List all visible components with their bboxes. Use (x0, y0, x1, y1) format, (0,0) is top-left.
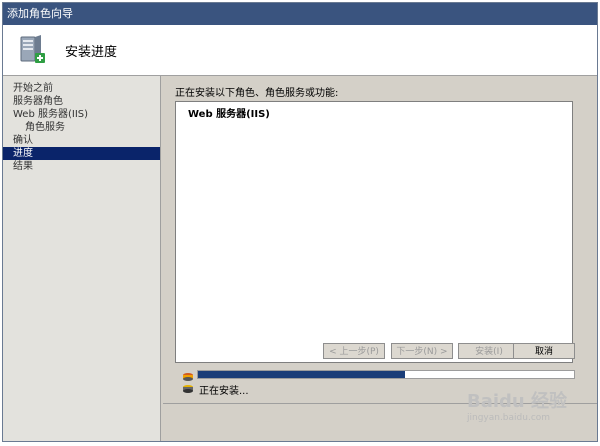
watermark-brand: Baidu 经验 (466, 391, 567, 412)
install-progress-bar (197, 370, 575, 379)
progress-status-text: 正在安装... (199, 386, 249, 397)
nav-item-6[interactable]: 结果 (3, 160, 160, 173)
wizard-nav: 开始之前 服务器角色 Web 服务器(IIS) 角色服务 确认 进度 结果 (3, 76, 161, 441)
nav-item-3[interactable]: 角色服务 (3, 121, 160, 134)
list-item: Web 服务器(IIS) (188, 109, 270, 120)
nav-item-5[interactable]: 进度 (3, 147, 160, 160)
next-button[interactable]: 下一步(N) > (391, 343, 453, 359)
previous-button[interactable]: < 上一步(P) (323, 343, 385, 359)
install-button[interactable]: 安装(I) (458, 343, 520, 359)
cancel-button[interactable]: 取消 (513, 343, 575, 359)
nav-item-4[interactable]: 确认 (3, 134, 160, 147)
page-title: 安装进度 (65, 45, 118, 60)
window-titlebar: 添加角色向导 (3, 3, 597, 25)
baidu-watermark: Baidu 经验 jingyan.baidu.com (467, 387, 567, 423)
installing-icon (183, 373, 193, 393)
install-list-label: 正在安装以下角色、角色服务或功能: (175, 88, 339, 99)
nav-item-2[interactable]: Web 服务器(IIS) (3, 108, 160, 121)
nav-item-0[interactable]: 开始之前 (3, 82, 160, 95)
wizard-header: 安装进度 (3, 25, 597, 76)
watermark-url: jingyan.baidu.com (466, 413, 551, 423)
server-add-icon (20, 35, 45, 63)
add-roles-wizard-window: 添加角色向导 安装进度 开始之前 服务器角色 Web 服务器(IIS) 角色服务 确认进… (2, 2, 598, 442)
install-list[interactable]: Web 服务器(IIS) (175, 101, 573, 363)
progress-fill (198, 371, 405, 378)
nav-item-1[interactable]: 服务器角色 (3, 95, 160, 108)
